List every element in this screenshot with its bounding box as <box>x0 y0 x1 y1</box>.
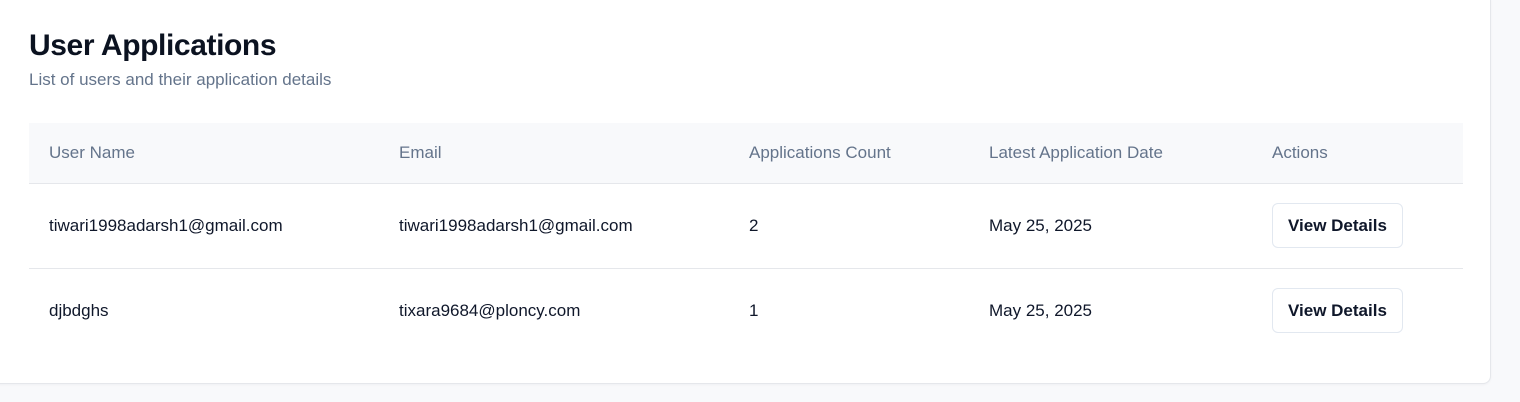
table-row: tiwari1998adarsh1@gmail.com tiwari1998ad… <box>29 183 1463 269</box>
column-header-actions: Actions <box>1252 123 1463 184</box>
cell-user-name: tiwari1998adarsh1@gmail.com <box>29 183 379 269</box>
column-header-user-name: User Name <box>29 123 379 184</box>
cell-email: tiwari1998adarsh1@gmail.com <box>379 183 729 269</box>
page-title: User Applications <box>29 29 277 62</box>
user-applications-table: User Name Email Applications Count Lates… <box>29 123 1463 353</box>
view-details-button[interactable]: View Details <box>1272 288 1403 334</box>
cell-user-name: djbdghs <box>49 300 109 320</box>
column-header-applications-count: Applications Count <box>729 123 969 184</box>
cell-actions: View Details <box>1252 268 1463 353</box>
user-applications-card: User Applications List of users and thei… <box>0 0 1491 384</box>
cell-actions: View Details <box>1252 183 1463 269</box>
table-body: tiwari1998adarsh1@gmail.com tiwari1998ad… <box>29 183 1463 353</box>
cell-latest-application-date: May 25, 2025 <box>989 300 1093 320</box>
cell-latest-application-date: May 25, 2025 <box>969 183 1252 269</box>
view-details-button[interactable]: View Details <box>1272 203 1403 248</box>
table-header: User Name Email Applications Count Lates… <box>29 123 1463 184</box>
column-header-latest-application-date: Latest Application Date <box>969 123 1252 184</box>
column-header-email: Email <box>379 123 729 184</box>
table-header-row: User Name Email Applications Count Lates… <box>29 123 1463 184</box>
cell-email: tixara9684@ploncy.com <box>399 300 581 320</box>
cell-applications-count: 2 <box>729 183 969 269</box>
cell-applications-count: 1 <box>749 300 759 320</box>
page-subtitle: List of users and their application deta… <box>29 70 332 89</box>
table-row: djbdghs tixara9684@ploncy.com 1 May 25, … <box>29 268 1463 353</box>
